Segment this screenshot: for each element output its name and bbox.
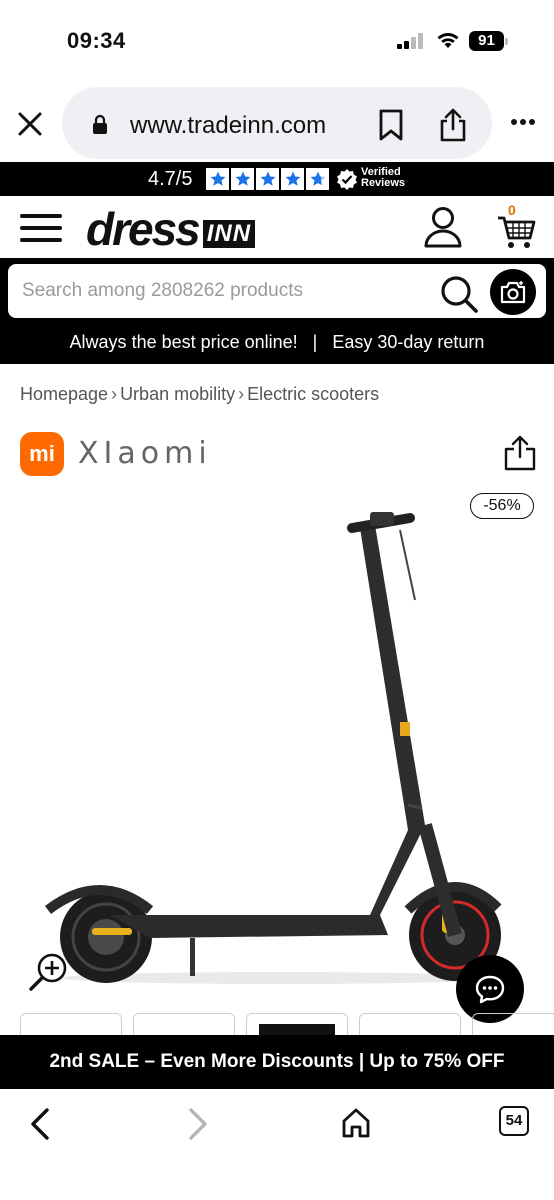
thumbnail[interactable] bbox=[246, 1013, 348, 1035]
zoom-in-icon[interactable] bbox=[28, 950, 70, 992]
browser-url-row: www.tradeinn.com bbox=[0, 82, 554, 162]
sale-banner[interactable]: 2nd SALE – Even More Discounts | Up to 7… bbox=[0, 1035, 554, 1089]
star-icon bbox=[281, 168, 304, 190]
url-bar[interactable]: www.tradeinn.com bbox=[62, 87, 492, 159]
close-icon[interactable] bbox=[16, 110, 44, 138]
home-icon[interactable] bbox=[340, 1107, 372, 1139]
user-icon[interactable] bbox=[424, 206, 462, 248]
lock-icon bbox=[93, 114, 107, 134]
breadcrumb-item-urban-mobility[interactable]: Urban mobility bbox=[120, 384, 235, 405]
share-icon[interactable] bbox=[438, 107, 468, 143]
star-icon bbox=[256, 168, 279, 190]
rating-bar[interactable]: 4.7/5 Verified Reviews bbox=[0, 162, 554, 196]
back-arrow-icon[interactable] bbox=[28, 1107, 52, 1141]
forward-arrow-icon[interactable] bbox=[186, 1107, 210, 1141]
star-icon bbox=[231, 168, 254, 190]
cart-icon[interactable] bbox=[496, 210, 536, 250]
brand-name[interactable]: XIaomi bbox=[78, 436, 212, 471]
rating-stars bbox=[206, 168, 329, 190]
status-bar: 09:34 91 bbox=[0, 0, 554, 82]
share-icon[interactable] bbox=[503, 435, 537, 471]
more-icon[interactable] bbox=[510, 118, 536, 126]
discount-badge: -56% bbox=[470, 493, 534, 519]
promo-text: Always the best price online! | Easy 30-… bbox=[69, 332, 485, 352]
camera-search-button[interactable] bbox=[490, 269, 536, 315]
cellular-signal-icon bbox=[397, 33, 423, 49]
wifi-icon bbox=[437, 33, 459, 48]
battery-level: 91 bbox=[469, 31, 504, 51]
site-logo[interactable]: dress INN bbox=[86, 203, 256, 255]
verified-badge-icon bbox=[337, 169, 357, 190]
menu-icon[interactable] bbox=[20, 212, 62, 244]
chevron-right-icon: › bbox=[238, 384, 245, 404]
site-header: dress INN 0 bbox=[0, 196, 554, 258]
search-input[interactable] bbox=[22, 264, 422, 318]
battery-icon: 91 bbox=[469, 31, 509, 51]
thumbnail[interactable] bbox=[359, 1013, 461, 1035]
search-box bbox=[8, 264, 546, 318]
thumbnail[interactable] bbox=[20, 1013, 122, 1035]
breadcrumb-item-electric-scooters[interactable]: Electric scooters bbox=[247, 384, 379, 405]
brand-logo[interactable]: mi bbox=[20, 432, 64, 476]
status-time: 09:34 bbox=[67, 28, 126, 53]
rating-score: 4.7/5 bbox=[148, 168, 193, 190]
tabs-count-button[interactable]: 54 bbox=[499, 1106, 529, 1136]
verified-reviews-label: Verified Reviews bbox=[361, 167, 405, 189]
camera-icon bbox=[500, 281, 526, 304]
thumbnail[interactable] bbox=[133, 1013, 235, 1035]
cart-count-badge: 0 bbox=[508, 202, 516, 218]
browser-bottom-nav: 54 bbox=[0, 1089, 554, 1200]
verified-line2: Reviews bbox=[361, 177, 406, 189]
breadcrumb-item-homepage[interactable]: Homepage bbox=[20, 384, 108, 405]
thumbnail-strip bbox=[20, 1013, 554, 1035]
breadcrumb: Homepage › Urban mobility › Electric sco… bbox=[20, 384, 379, 405]
url-text[interactable]: www.tradeinn.com bbox=[130, 112, 326, 140]
search-strip: Always the best price online! | Easy 30-… bbox=[0, 258, 554, 364]
logo-suffix-text: INN bbox=[202, 220, 256, 248]
search-icon[interactable] bbox=[439, 274, 479, 314]
chevron-right-icon: › bbox=[111, 384, 118, 404]
product-image-scooter[interactable] bbox=[30, 490, 530, 1000]
chat-bubble-icon bbox=[475, 975, 505, 1004]
star-partial-icon bbox=[306, 168, 329, 190]
bookmark-icon[interactable] bbox=[378, 109, 404, 141]
star-icon bbox=[206, 168, 229, 190]
thumbnail[interactable] bbox=[472, 1013, 554, 1035]
logo-main-text: dress bbox=[86, 203, 201, 255]
